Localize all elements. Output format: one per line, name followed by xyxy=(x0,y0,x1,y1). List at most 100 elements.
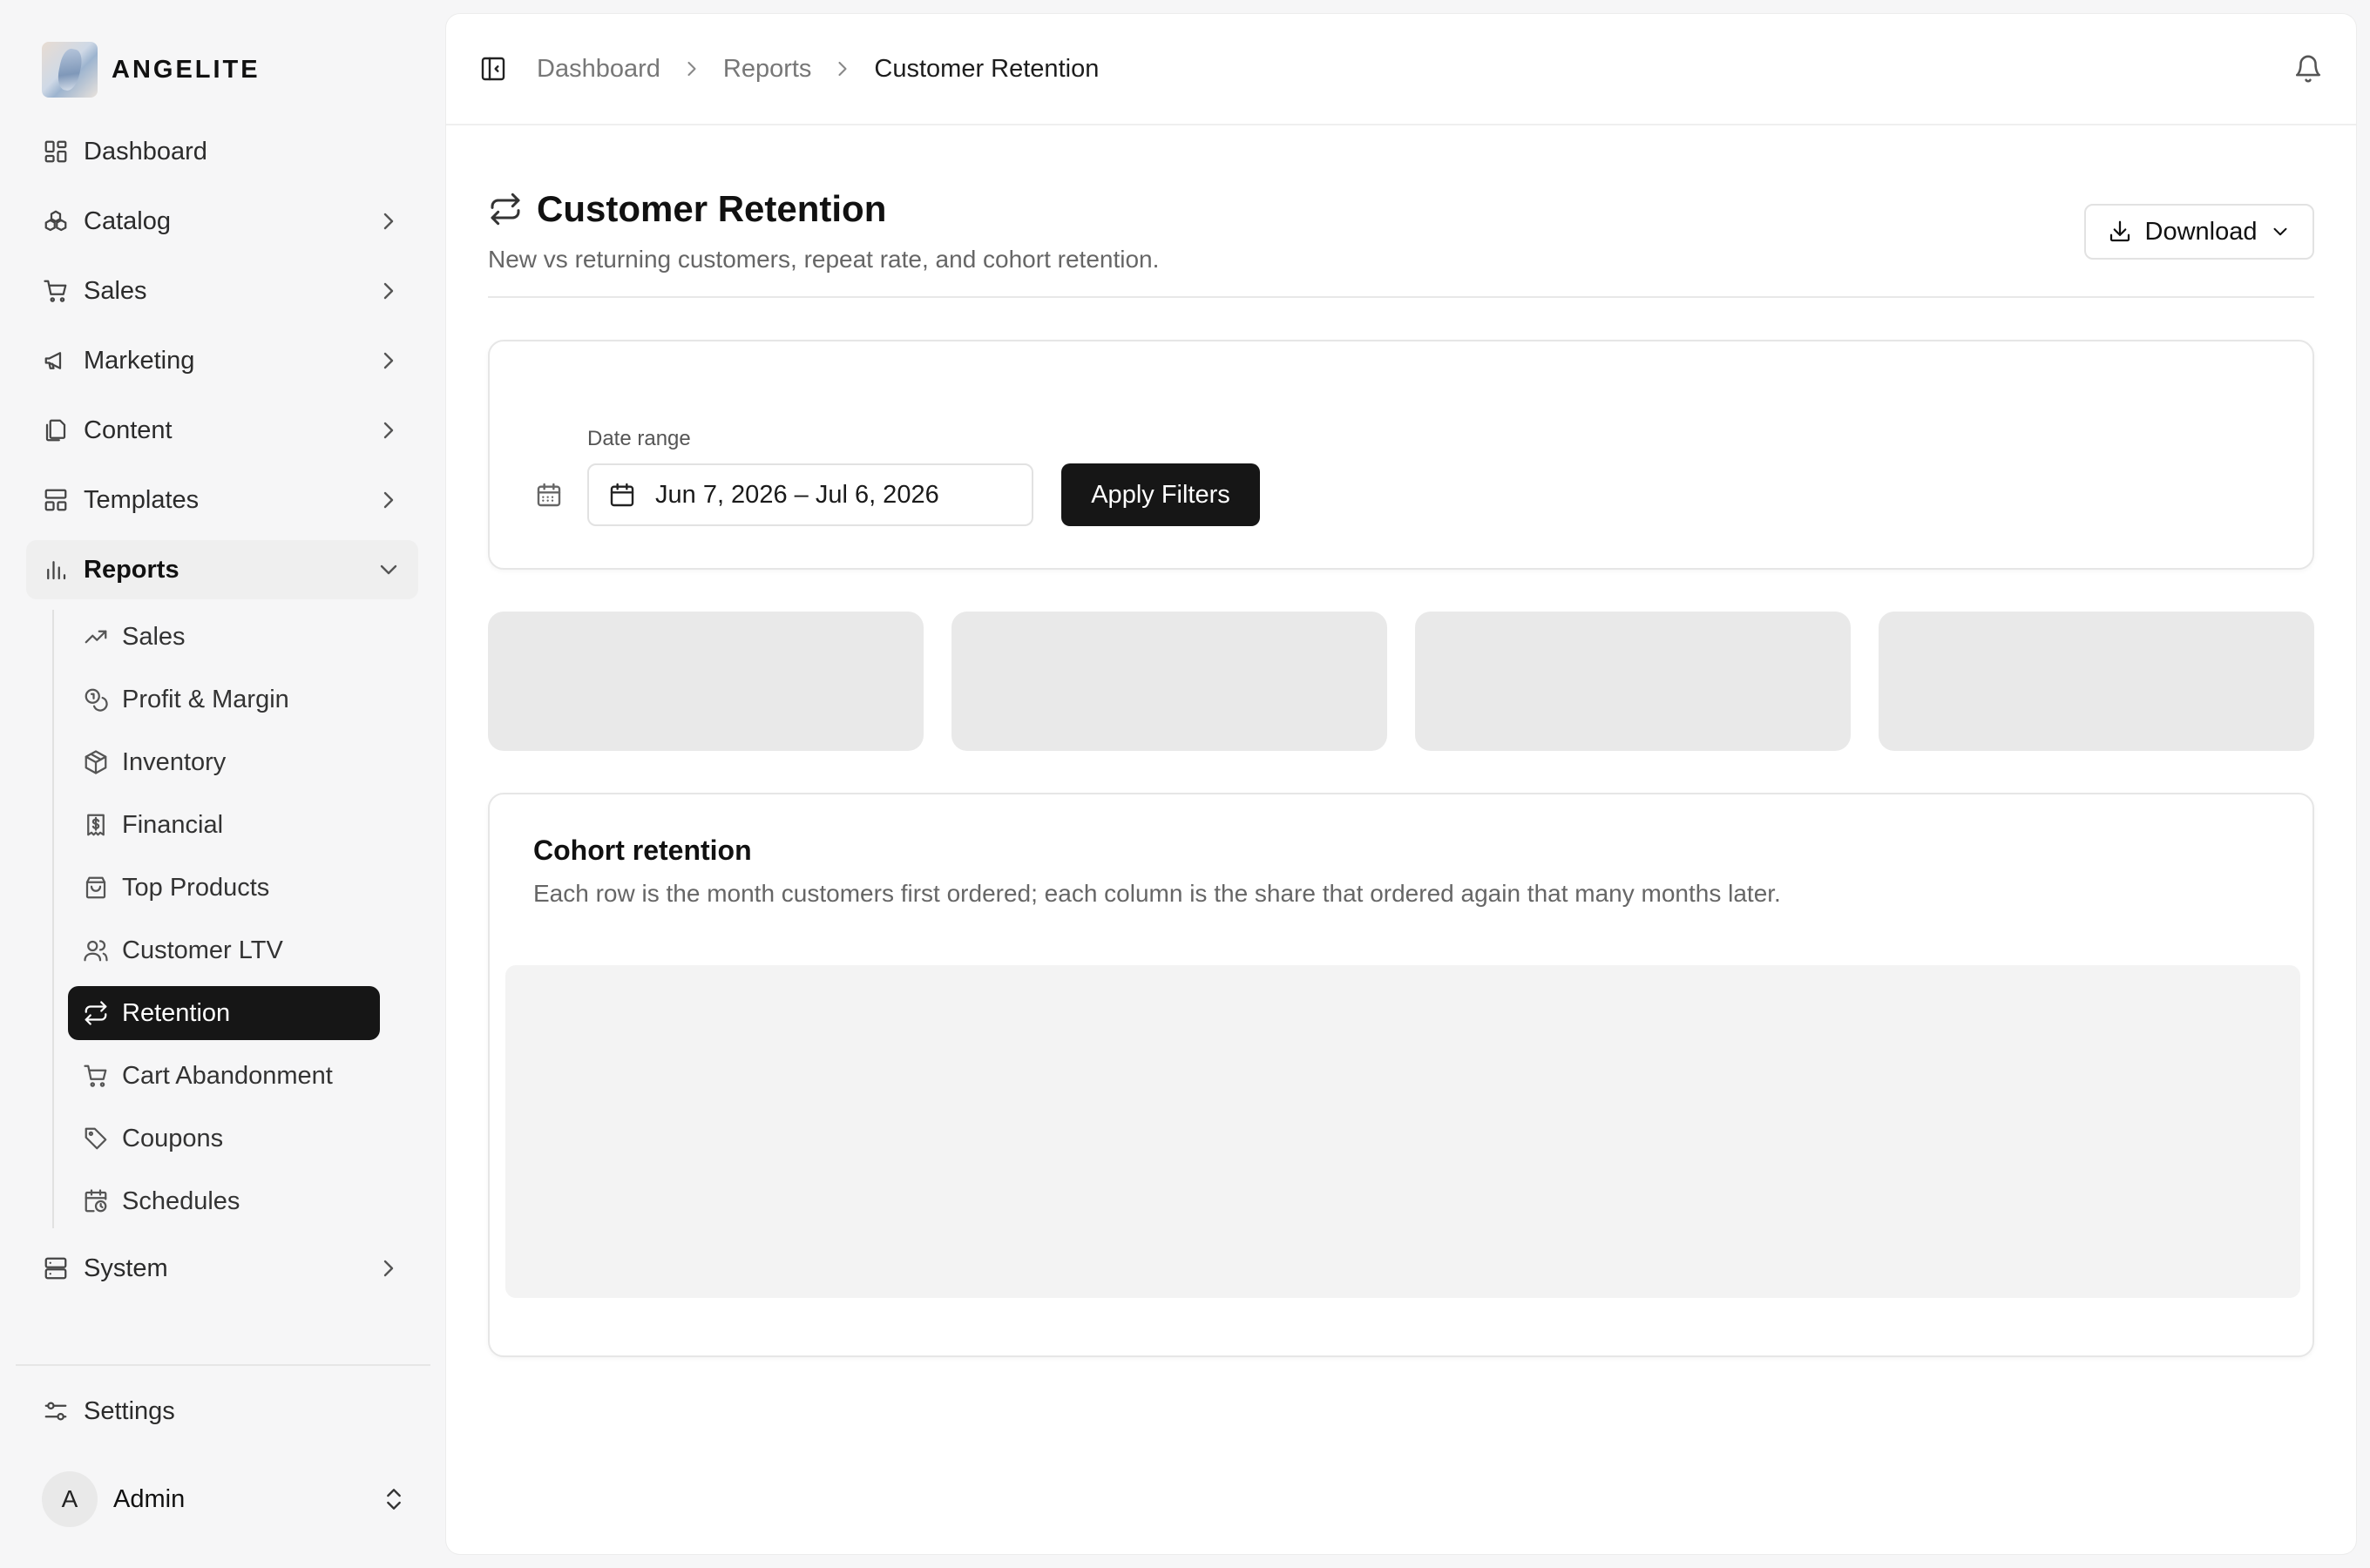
calendar-icon xyxy=(610,483,634,507)
sidebar-item-label: System xyxy=(84,1254,168,1282)
chevron-right-icon xyxy=(383,213,394,230)
date-range-picker[interactable]: Jun 7, 2026 – Jul 6, 2026 xyxy=(587,463,1033,526)
chevron-right-icon xyxy=(383,491,394,509)
sidebar-subitem-cart-abandonment[interactable]: Cart Abandonment xyxy=(68,1049,380,1103)
calendar-clock-icon xyxy=(82,1187,110,1215)
package-icon xyxy=(82,748,110,776)
sidebar-subitem-customer-ltv[interactable]: Customer LTV xyxy=(68,923,380,977)
breadcrumb: Dashboard Reports Customer Retention xyxy=(537,55,1099,84)
sidebar-subitem-profit-margin[interactable]: Profit & Margin xyxy=(68,672,380,727)
sidebar-subitem-retention[interactable]: Retention xyxy=(68,986,380,1040)
server-icon xyxy=(42,1254,70,1282)
brand-name: ANGELITE xyxy=(112,55,261,84)
user-name: Admin xyxy=(113,1484,186,1513)
sidebar-item-label: Settings xyxy=(84,1396,175,1425)
kpi-skeleton-card xyxy=(951,612,1387,751)
sidebar-subitem-label: Profit & Margin xyxy=(122,685,289,713)
sidebar-toggle-icon[interactable] xyxy=(479,55,507,83)
sidebar: ANGELITE Dashboard Catalog Sales Marketi… xyxy=(0,0,444,1568)
breadcrumb-dashboard[interactable]: Dashboard xyxy=(537,55,660,84)
sidebar-item-content[interactable]: Content xyxy=(26,401,418,460)
breadcrumb-current: Customer Retention xyxy=(874,54,1100,83)
sliders-icon xyxy=(42,1397,70,1425)
date-range-label: Date range xyxy=(587,427,691,450)
header-divider xyxy=(488,296,2314,298)
chevron-right-icon xyxy=(383,352,394,369)
tag-icon xyxy=(82,1125,110,1152)
sidebar-subitem-sales[interactable]: Sales xyxy=(68,610,380,664)
sidebar-subitem-inventory[interactable]: Inventory xyxy=(68,735,380,789)
sidebar-nav: Dashboard Catalog Sales Marketing Conten… xyxy=(26,122,418,1308)
sidebar-item-label: Dashboard xyxy=(84,137,207,166)
trending-up-icon xyxy=(82,623,110,651)
sidebar-item-catalog[interactable]: Catalog xyxy=(26,192,418,251)
sidebar-item-settings[interactable]: Settings xyxy=(26,1382,418,1441)
app-root: ANGELITE Dashboard Catalog Sales Marketi… xyxy=(0,0,2370,1568)
repeat-icon xyxy=(491,193,520,226)
topbar: Dashboard Reports Customer Retention xyxy=(446,14,2356,125)
main-panel: Dashboard Reports Customer Retention Cus… xyxy=(446,14,2356,1554)
chevron-right-icon xyxy=(687,61,696,77)
chevron-down-icon xyxy=(2274,227,2287,236)
avatar: A xyxy=(42,1471,98,1527)
users-icon xyxy=(82,936,110,964)
calendar-icon xyxy=(537,483,561,507)
kpi-skeleton-card xyxy=(488,612,924,751)
shopping-bag-icon xyxy=(82,874,110,902)
cart-icon xyxy=(82,1062,110,1090)
sidebar-item-label: Marketing xyxy=(84,346,195,375)
sidebar-item-label: Reports xyxy=(84,555,179,584)
kpi-skeleton-row xyxy=(488,612,2314,751)
megaphone-icon xyxy=(42,347,70,375)
sidebar-subitem-schedules[interactable]: Schedules xyxy=(68,1174,380,1228)
apply-filters-button[interactable]: Apply Filters xyxy=(1061,463,1260,526)
bell-icon[interactable] xyxy=(2293,54,2323,84)
chevron-right-icon xyxy=(838,61,847,77)
sidebar-divider xyxy=(16,1364,430,1366)
page-header: Customer Retention New vs returning cust… xyxy=(488,188,2314,274)
sidebar-subitem-coupons[interactable]: Coupons xyxy=(68,1112,380,1166)
kpi-skeleton-card xyxy=(1879,612,2314,751)
download-label: Download xyxy=(2144,217,2258,246)
bar-chart-icon xyxy=(42,556,70,584)
date-range-value: Jun 7, 2026 – Jul 6, 2026 xyxy=(655,480,939,509)
cohort-subtitle: Each row is the month customers first or… xyxy=(533,880,1781,907)
sidebar-item-label: Templates xyxy=(84,485,200,514)
cohort-title: Cohort retention xyxy=(533,835,752,866)
kpi-skeleton-card xyxy=(1415,612,1851,751)
sidebar-item-marketing[interactable]: Marketing xyxy=(26,331,418,390)
chevron-right-icon xyxy=(383,1260,394,1277)
sidebar-item-sales[interactable]: Sales xyxy=(26,261,418,321)
sidebar-subitem-label: Sales xyxy=(122,622,186,651)
brand[interactable]: ANGELITE xyxy=(42,42,261,98)
breadcrumb-reports[interactable]: Reports xyxy=(723,55,812,84)
sidebar-subitem-label: Top Products xyxy=(122,873,270,902)
layout-icon xyxy=(42,486,70,514)
sidebar-subitem-label: Financial xyxy=(122,810,224,839)
sidebar-subitem-label: Coupons xyxy=(122,1124,224,1152)
sidebar-subitem-label: Inventory xyxy=(122,747,227,776)
sidebar-item-label: Catalog xyxy=(84,206,171,235)
brand-logo xyxy=(42,42,98,98)
files-icon xyxy=(42,416,70,444)
sidebar-item-templates[interactable]: Templates xyxy=(26,470,418,530)
sidebar-subitem-top-products[interactable]: Top Products xyxy=(68,861,380,915)
filter-card: Date range Jun 7, 2026 – Jul 6, 2026 App… xyxy=(488,340,2314,570)
sidebar-subitem-label: Customer LTV xyxy=(122,936,283,964)
dashboard-icon xyxy=(42,138,70,166)
sidebar-item-reports[interactable]: Reports xyxy=(26,540,418,599)
user-menu[interactable]: A Admin xyxy=(42,1470,408,1528)
chevrons-up-down-icon xyxy=(387,1489,401,1510)
sidebar-item-system[interactable]: System xyxy=(26,1239,418,1298)
cart-icon xyxy=(42,277,70,305)
chevron-down-icon xyxy=(380,564,397,575)
page-subtitle: New vs returning customers, repeat rate,… xyxy=(488,246,1160,273)
download-button[interactable]: Download xyxy=(2084,204,2314,260)
sidebar-item-dashboard[interactable]: Dashboard xyxy=(26,122,418,181)
download-icon xyxy=(2109,220,2130,242)
coins-icon xyxy=(82,686,110,713)
sidebar-subitem-financial[interactable]: Financial xyxy=(68,798,380,852)
sidebar-subitem-label: Cart Abandonment xyxy=(122,1061,333,1090)
sidebar-settings-wrap: Settings xyxy=(26,1382,418,1451)
cohort-retention-card: Cohort retention Each row is the month c… xyxy=(488,793,2314,1357)
